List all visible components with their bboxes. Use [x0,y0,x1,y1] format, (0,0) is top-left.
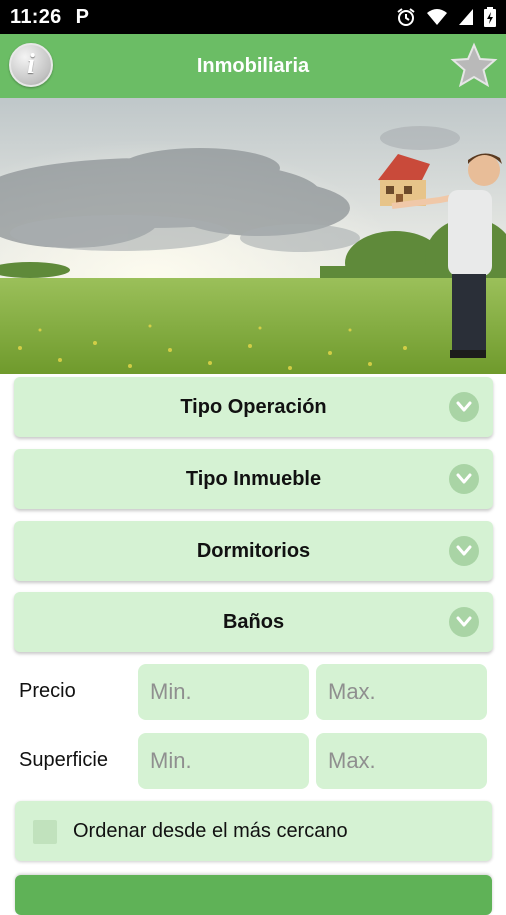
app-title: Inmobiliaria [196,55,310,77]
precio-min-input[interactable] [138,664,309,720]
order-nearest-checkbox[interactable] [33,820,57,844]
dropdown-label: Tipo Inmueble [185,468,322,490]
precio-max-input[interactable] [316,664,487,720]
superficie-label: Superficie [19,749,108,771]
chevron-down-icon [449,536,479,566]
app-bar: i Inmobiliaria [0,34,506,98]
signal-icon [459,9,473,25]
chevron-down-icon [449,607,479,637]
dropdown-label: Tipo Operación [180,396,327,418]
favorite-star-icon[interactable] [450,42,498,90]
order-nearest-label: Ordenar desde el más cercano [73,820,348,842]
banos-dropdown[interactable]: Baños [14,592,493,652]
superficie-min-input[interactable] [138,733,309,789]
dropdown-label: Dormitorios [196,540,311,562]
battery-icon [484,7,496,27]
status-time: 11:26 [10,5,62,28]
tipo-inmueble-dropdown[interactable]: Tipo Inmueble [14,449,493,509]
wifi-icon [427,9,447,25]
search-button[interactable] [15,875,492,915]
tipo-operacion-dropdown[interactable]: Tipo Operación [14,377,493,437]
hero-image [0,98,506,374]
notification-p-icon: P [75,5,89,28]
order-nearest-row[interactable]: Ordenar desde el más cercano [15,801,492,861]
chevron-down-icon [449,392,479,422]
dormitorios-dropdown[interactable]: Dormitorios [14,521,493,581]
alarm-icon [397,8,415,26]
status-bar: 11:26 P [0,0,506,34]
chevron-down-icon [449,464,479,494]
dropdown-label: Baños [222,611,285,633]
superficie-max-input[interactable] [316,733,487,789]
precio-label: Precio [19,680,76,702]
